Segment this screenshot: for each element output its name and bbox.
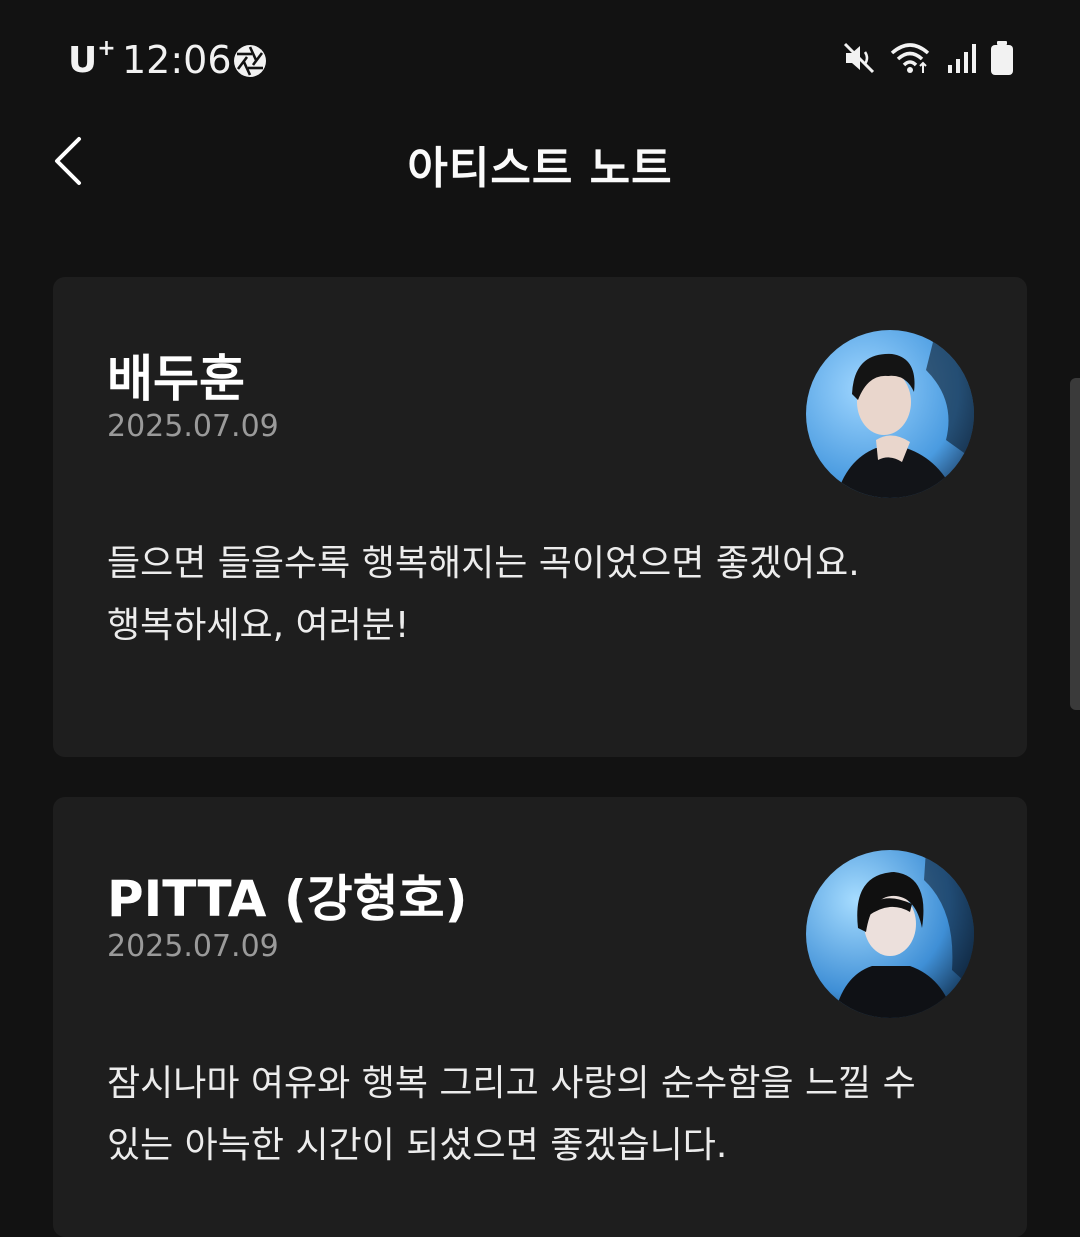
status-time: 12:06 xyxy=(122,38,232,82)
note-text: 들으면 들을수록 행복해지는 곡이었으면 좋겠어요. 행복하세요, 여러분! xyxy=(107,533,987,657)
artist-avatar[interactable] xyxy=(806,330,974,498)
wifi-icon xyxy=(890,43,930,73)
signal-icon xyxy=(948,44,976,73)
artist-name: PITTA (강형호) xyxy=(107,870,468,928)
note-line: 행복하세요, 여러분! xyxy=(107,605,410,646)
note-line: 잠시나마 여유와 행복 그리고 사랑의 순수함을 느낄 수 xyxy=(107,1063,916,1104)
note-line: 들으면 들을수록 행복해지는 곡이었으면 좋겠어요. xyxy=(107,543,860,584)
artist-avatar[interactable] xyxy=(806,850,974,1018)
artist-note-card: 배두훈 2025.07.09 들으면 들을수록 행복해지는 곡이었으면 좋겠어요… xyxy=(53,277,1027,757)
app-header: 아티스트 노트 xyxy=(0,112,1080,208)
artist-name: 배두훈 xyxy=(107,350,245,408)
battery-icon xyxy=(991,41,1013,75)
scrollbar-thumb[interactable] xyxy=(1070,378,1080,710)
carrier-label: U+ xyxy=(68,36,116,81)
artist-note-card: PITTA (강형호) 2025.07.09 잠시나마 여유와 행복 그리고 사… xyxy=(53,797,1027,1237)
page-title: 아티스트 노트 xyxy=(407,143,673,194)
note-date: 2025.07.09 xyxy=(107,409,279,444)
note-text: 잠시나마 여유와 행복 그리고 사랑의 순수함을 느낄 수 있는 아늑한 시간이… xyxy=(107,1053,987,1177)
aperture-icon xyxy=(234,45,266,77)
note-line: 있는 아늑한 시간이 되셨으면 좋겠습니다. xyxy=(107,1125,728,1166)
mute-icon xyxy=(843,42,875,74)
note-date: 2025.07.09 xyxy=(107,929,279,964)
status-bar: U+ 12:06 xyxy=(0,0,1080,120)
